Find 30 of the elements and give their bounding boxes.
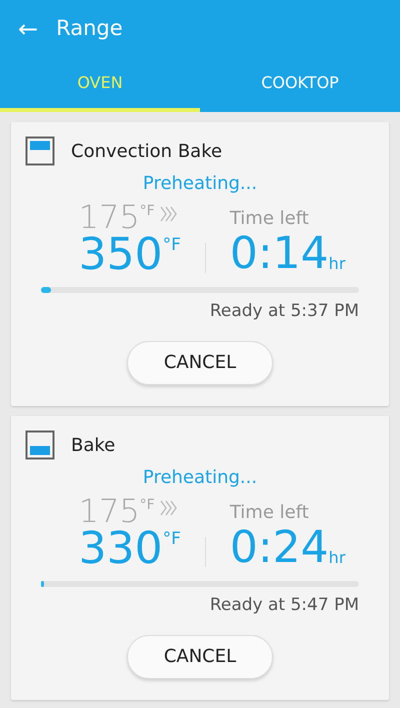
status-text: Preheating...	[142, 173, 258, 194]
time-left-label: Time left	[230, 208, 309, 229]
temperature-unit: °F	[162, 234, 181, 257]
time-remaining: 0:24	[230, 526, 329, 570]
temperature-unit: °F	[140, 202, 155, 221]
screen-title: Range	[56, 14, 123, 42]
time-unit: hr	[328, 253, 346, 275]
time-remaining: 0:14	[230, 232, 329, 276]
time-left-label: Time left	[230, 502, 309, 523]
top-heat-oven-icon	[25, 136, 55, 166]
tab[interactable]: OVEN	[0, 57, 200, 112]
ready-time: Ready at 5:37 PM	[210, 301, 359, 321]
mode-name: Bake	[71, 434, 116, 458]
time-unit: hr	[328, 547, 346, 569]
temperature-unit: °F	[162, 528, 181, 551]
ready-time: Ready at 5:47 PM	[210, 595, 359, 615]
mode-name: Convection Bake	[71, 140, 222, 164]
rising-chevrons-icon	[158, 499, 177, 517]
cancel-button[interactable]: CANCEL	[127, 634, 273, 678]
temperature-unit: °F	[140, 496, 155, 515]
bottom-heat-oven-icon	[25, 430, 55, 460]
tab[interactable]: COOKTOP	[200, 57, 400, 112]
target-temperature: 330	[78, 527, 163, 571]
current-temperature: 175	[78, 495, 140, 527]
cancel-button[interactable]: CANCEL	[127, 340, 273, 384]
target-temperature: 350	[78, 233, 163, 277]
back-button[interactable]: ←	[14, 16, 42, 40]
current-temperature: 175	[78, 201, 140, 233]
status-text: Preheating...	[142, 467, 258, 488]
rising-chevrons-icon	[158, 205, 177, 223]
